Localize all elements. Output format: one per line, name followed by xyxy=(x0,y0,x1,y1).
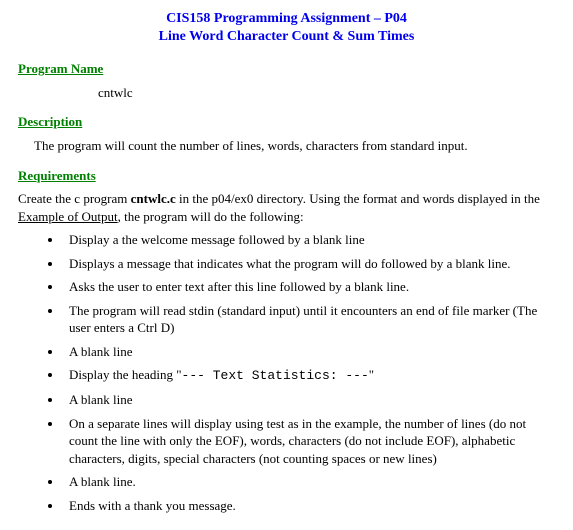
list-item: Ends with a thank you message. xyxy=(63,497,555,515)
list-item: A blank line xyxy=(63,343,555,361)
requirements-list: Display a the welcome message followed b… xyxy=(18,231,555,514)
list-item: Asks the user to enter text after this l… xyxy=(63,278,555,296)
list-item: The program will read stdin (standard in… xyxy=(63,302,555,337)
heading-pre: Display the heading " xyxy=(69,367,182,382)
program-name-heading: Program Name xyxy=(18,60,555,78)
requirements-heading: Requirements xyxy=(18,167,555,185)
req-intro-mid: in the p04/ex0 directory. Using the form… xyxy=(176,191,540,206)
program-name-value: cntwlc xyxy=(98,84,555,102)
description-heading: Description xyxy=(18,113,555,131)
list-item: On a separate lines will display using t… xyxy=(63,415,555,468)
req-intro-post: , the program will do the following: xyxy=(118,209,304,224)
list-item-heading: Display the heading "--- Text Statistics… xyxy=(63,366,555,385)
heading-post: " xyxy=(369,367,374,382)
title-line-2: Line Word Character Count & Sum Times xyxy=(18,28,555,46)
list-item: A blank line xyxy=(63,391,555,409)
description-text: The program will count the number of lin… xyxy=(34,137,555,155)
list-item: A blank line. xyxy=(63,473,555,491)
req-intro-filename: cntwlc.c xyxy=(131,191,176,206)
list-item: Display a the welcome message followed b… xyxy=(63,231,555,249)
req-intro-link: Example of Output xyxy=(18,209,118,224)
req-intro-pre: Create the c program xyxy=(18,191,131,206)
title-line-1: CIS158 Programming Assignment – P04 xyxy=(18,10,555,28)
heading-code: --- Text Statistics: --- xyxy=(182,368,369,383)
list-item: Displays a message that indicates what t… xyxy=(63,255,555,273)
document-title: CIS158 Programming Assignment – P04 Line… xyxy=(18,10,555,46)
requirements-intro: Create the c program cntwlc.c in the p04… xyxy=(18,190,555,225)
